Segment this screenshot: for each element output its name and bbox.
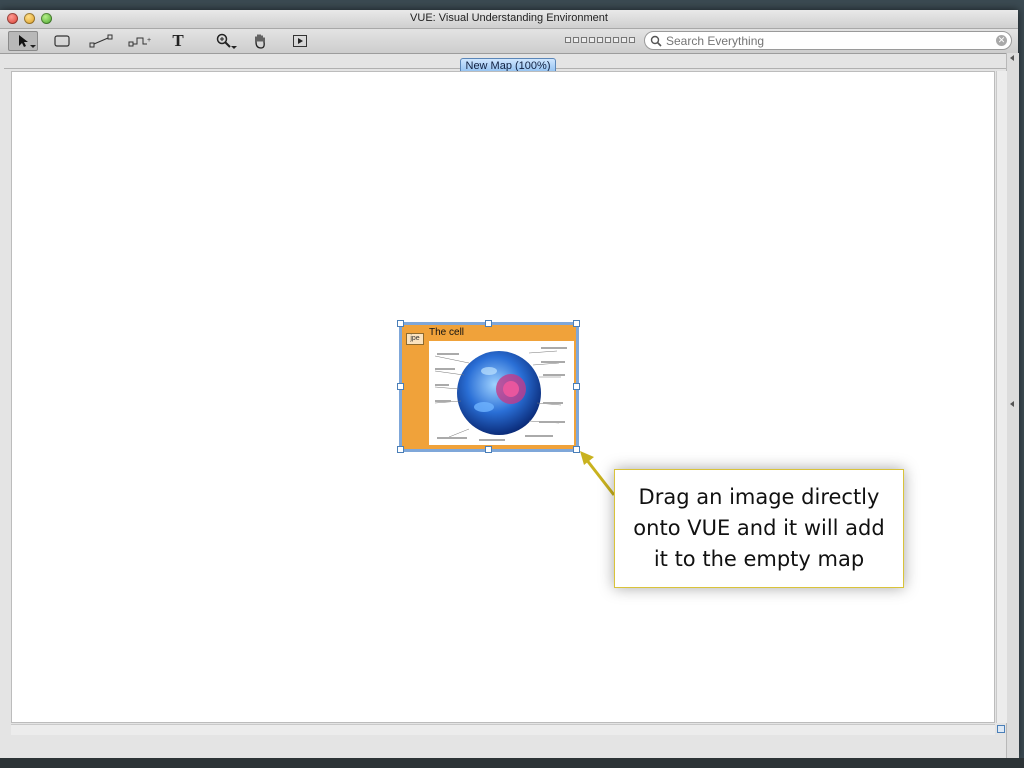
select-tool-button[interactable] xyxy=(8,31,38,51)
zoom-tool-button[interactable] xyxy=(210,31,238,51)
vertical-scrollbar[interactable] xyxy=(996,71,1007,723)
hand-icon xyxy=(255,34,265,49)
pointer-arrow-icon xyxy=(19,35,28,47)
link-line-icon xyxy=(89,34,113,48)
svg-text:+: + xyxy=(147,37,151,44)
cell-diagram-image xyxy=(429,341,574,445)
chevron-down-icon xyxy=(30,45,36,48)
instruction-callout: Drag an image directly onto VUE and it w… xyxy=(614,469,904,588)
resize-handle[interactable] xyxy=(485,446,492,453)
search-input[interactable] xyxy=(662,33,990,48)
arrow-up-icon[interactable] xyxy=(1010,55,1014,61)
chevron-down-icon xyxy=(231,46,237,49)
magnifier-zoom-icon xyxy=(216,33,231,48)
resize-handle[interactable] xyxy=(573,383,580,390)
resize-handle[interactable] xyxy=(573,320,580,327)
title-bar[interactable]: VUE: Visual Understanding Environment xyxy=(0,10,1018,29)
dock-bar xyxy=(0,758,1024,768)
play-icon xyxy=(293,35,307,47)
collapse-arrow-icon[interactable] xyxy=(1010,401,1014,407)
text-tool-button[interactable]: T xyxy=(168,31,188,51)
map-node-the-cell[interactable]: jpe The cell xyxy=(401,324,577,450)
resize-handle[interactable] xyxy=(397,383,404,390)
curved-link-tool-button[interactable]: + xyxy=(127,31,153,51)
clear-search-icon[interactable]: ✕ xyxy=(996,35,1007,46)
zoom-fit-box[interactable] xyxy=(997,725,1005,733)
window-title: VUE: Visual Understanding Environment xyxy=(410,12,608,24)
file-type-badge: jpe xyxy=(406,333,424,345)
node-title: The cell xyxy=(429,327,465,338)
map-canvas[interactable]: jpe The cell xyxy=(11,71,995,723)
resize-handle[interactable] xyxy=(397,320,404,327)
rectangle-icon xyxy=(54,35,70,47)
slide-preview-blocks[interactable] xyxy=(565,37,635,43)
node-tool-button[interactable] xyxy=(52,31,72,51)
toolbar: + T ✕ xyxy=(0,29,1018,54)
pan-tool-button[interactable] xyxy=(250,31,270,51)
resize-handle[interactable] xyxy=(397,446,404,453)
presentation-tool-button[interactable] xyxy=(290,31,310,51)
search-icon xyxy=(650,35,662,47)
horizontal-scrollbar[interactable] xyxy=(11,724,995,735)
search-box[interactable]: ✕ xyxy=(644,31,1012,50)
side-panel-strip[interactable] xyxy=(1006,53,1019,758)
curved-link-icon: + xyxy=(128,37,151,47)
link-tool-button[interactable] xyxy=(88,31,114,51)
resize-handle[interactable] xyxy=(485,320,492,327)
